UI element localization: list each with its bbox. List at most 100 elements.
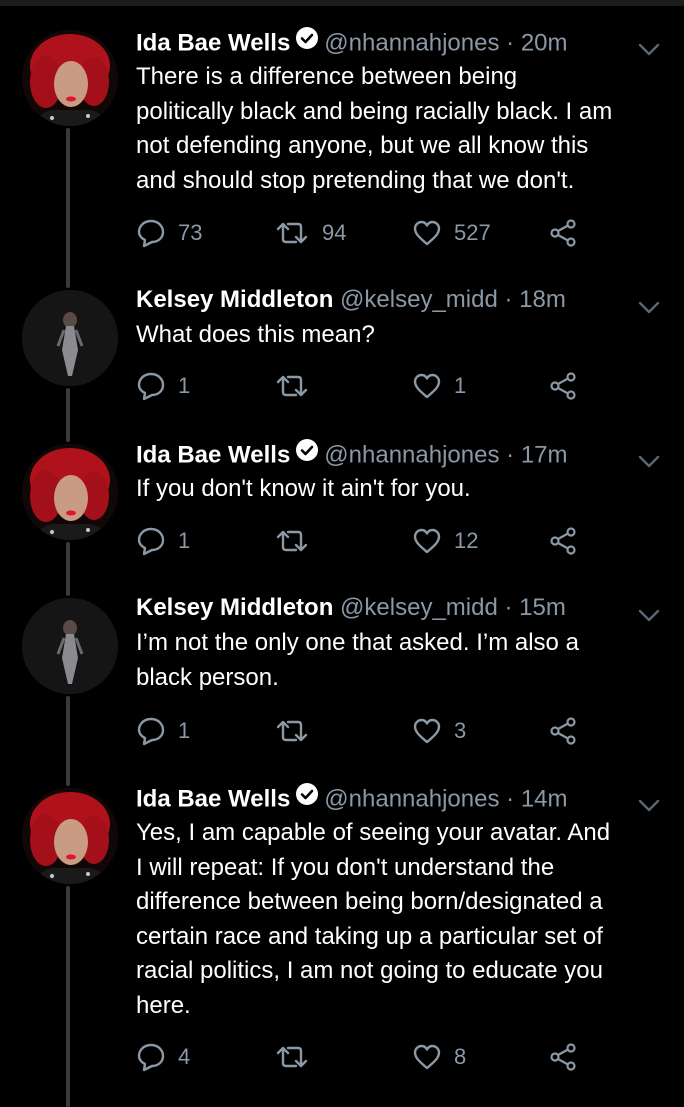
like-button[interactable]: 3 [412,714,466,748]
reply-button[interactable]: 1 [136,714,190,748]
display-name[interactable]: Ida Bae Wells [136,441,290,468]
separator-dot: · [506,785,515,813]
like-count: 12 [454,528,479,553]
reply-count: 1 [178,528,191,553]
separator-dot: · [506,441,515,469]
verified-badge-icon [296,24,319,60]
timestamp[interactable]: 20m [521,29,568,56]
tweet[interactable]: Kelsey Middleton @kelsey_midd · 15m I’m … [0,590,684,760]
tweet[interactable]: Ida Bae Wells @nhannahjones · 20m There i… [0,24,684,264]
like-button[interactable]: 527 [412,216,491,250]
share-button[interactable] [548,369,578,403]
heart-icon [412,1042,442,1072]
share-button[interactable] [548,524,578,558]
like-count: 527 [454,220,491,245]
tweet-header: Ida Bae Wells @nhannahjones · 17m [136,436,684,472]
avatar[interactable] [22,444,118,540]
like-button[interactable]: 12 [412,524,478,558]
reply-icon [136,716,166,746]
separator-dot: · [504,286,513,313]
share-icon [548,218,578,248]
tweet-text: I’m not the only one that asked. I’m als… [136,629,579,691]
share-button[interactable] [548,714,578,748]
retweet-button[interactable]: 94 [274,216,346,250]
retweet-button[interactable] [274,524,310,558]
retweet-icon [274,218,310,248]
like-button[interactable]: 8 [412,1040,466,1074]
retweet-icon [274,1042,310,1072]
reply-button[interactable]: 73 [136,216,202,250]
reply-icon [136,1042,166,1072]
action-bar: 1 3 [136,714,676,748]
avatar[interactable] [22,598,118,694]
tweet-header: Ida Bae Wells @nhannahjones · 20m [136,24,684,60]
action-bar: 1 12 [136,524,676,558]
retweet-button[interactable] [274,714,310,748]
reply-icon [136,371,166,401]
timestamp[interactable]: 14m [521,785,568,812]
like-button[interactable]: 1 [412,369,466,403]
action-bar: 73 94 527 [136,216,676,250]
action-bar: 4 8 [136,1040,676,1074]
handle[interactable]: @nhannahjones [324,785,499,812]
retweet-icon [274,716,310,746]
heart-icon [412,716,442,746]
separator-dot: · [504,594,513,621]
tweet[interactable]: Kelsey Middleton @kelsey_midd · 18m What… [0,282,684,412]
tweet-text: What does this mean? [136,321,375,348]
share-icon [548,371,578,401]
avatar[interactable] [22,30,118,126]
heart-icon [412,218,442,248]
reply-count: 73 [178,220,203,245]
reply-count: 4 [178,1044,191,1069]
handle[interactable]: @kelsey_midd [340,594,498,621]
reply-count: 1 [178,373,191,398]
tweet-header: Ida Bae Wells @nhannahjones · 14m [136,780,684,816]
heart-icon [412,371,442,401]
avatar[interactable] [22,788,118,884]
reply-button[interactable]: 1 [136,369,190,403]
display-name[interactable]: Ida Bae Wells [136,29,290,56]
reply-button[interactable]: 4 [136,1040,190,1074]
like-count: 8 [454,1044,467,1069]
timestamp[interactable]: 17m [521,441,568,468]
display-name[interactable]: Ida Bae Wells [136,785,290,812]
reply-count: 1 [178,718,191,743]
share-icon [548,716,578,746]
retweet-icon [274,526,310,556]
heart-icon [412,526,442,556]
tweet[interactable]: Ida Bae Wells @nhannahjones · 17m If you … [0,436,684,566]
verified-badge-icon [296,436,319,472]
tweet-header: Kelsey Middleton @kelsey_midd · 18m [136,282,684,318]
verified-badge-icon [296,780,319,816]
like-count: 1 [454,373,467,398]
retweet-icon [274,371,310,401]
reply-button[interactable]: 1 [136,524,190,558]
display-name[interactable]: Kelsey Middleton [136,286,333,313]
tweet-text: If you don't know it ain't for you. [136,475,471,502]
share-button[interactable] [548,1040,578,1074]
reply-icon [136,218,166,248]
timestamp[interactable]: 18m [519,286,566,313]
retweet-button[interactable] [274,369,310,403]
retweet-count: 94 [322,220,347,245]
avatar[interactable] [22,290,118,386]
timestamp[interactable]: 15m [519,594,566,621]
handle[interactable]: @kelsey_midd [340,286,498,313]
tweet-text: There is a difference between being poli… [136,63,613,194]
retweet-button[interactable] [274,1040,310,1074]
share-icon [548,1042,578,1072]
tweet-header: Kelsey Middleton @kelsey_midd · 15m [136,590,684,626]
share-icon [548,526,578,556]
handle[interactable]: @nhannahjones [324,29,499,56]
display-name[interactable]: Kelsey Middleton [136,594,333,621]
top-divider [0,0,684,6]
tweet[interactable]: Ida Bae Wells @nhannahjones · 14m Yes, I … [0,780,684,1090]
like-count: 3 [454,718,467,743]
share-button[interactable] [548,216,578,250]
tweet-text: Yes, I am capable of seeing your avatar.… [136,819,611,1019]
action-bar: 1 1 [136,369,676,403]
handle[interactable]: @nhannahjones [324,441,499,468]
reply-icon [136,526,166,556]
separator-dot: · [506,29,515,57]
